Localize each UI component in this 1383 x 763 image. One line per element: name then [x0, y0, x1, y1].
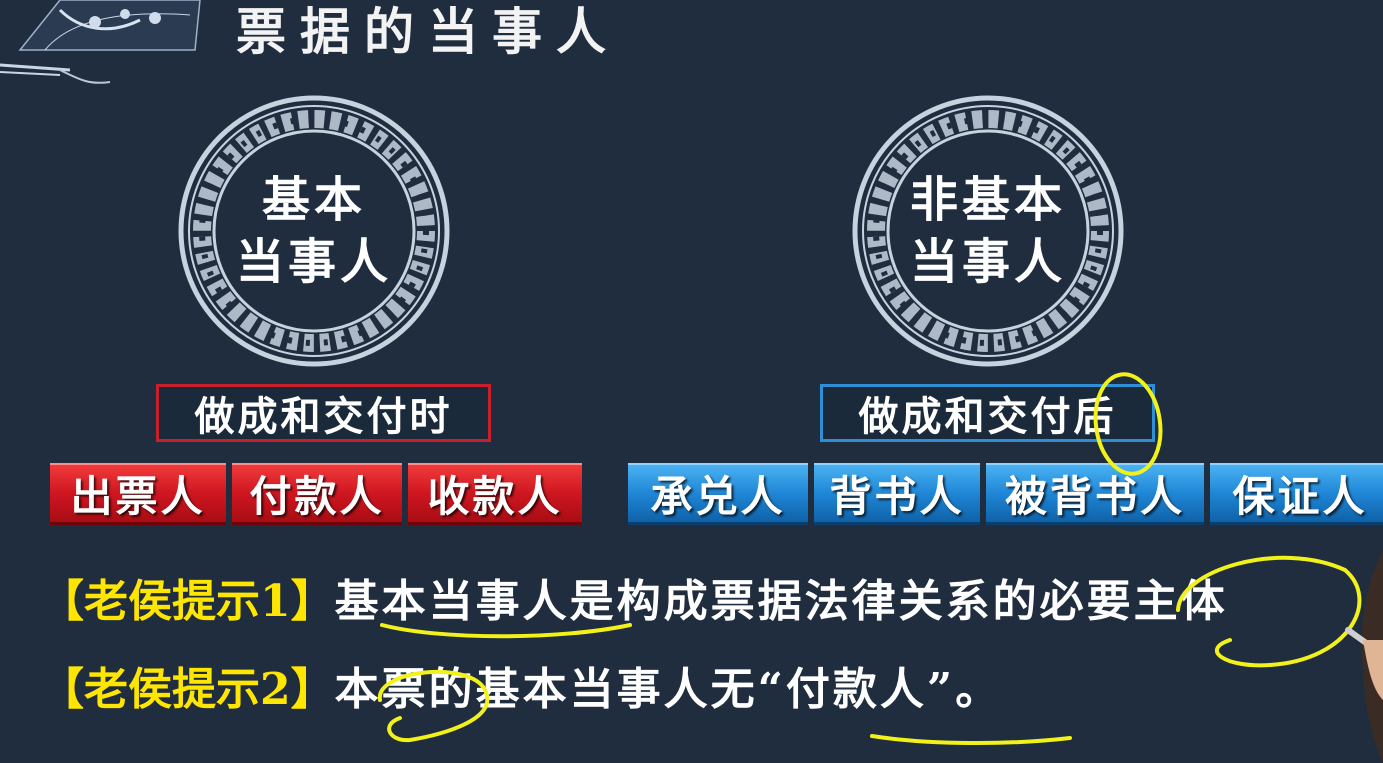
basic-parties-row: 出票人 付款人 收款人	[50, 463, 582, 525]
slide: 票据的当事人 基本 当事人 非基本 当事人 做成和交付时 做成和交付后 出票人 …	[0, 0, 1383, 763]
basic-timing-box: 做成和交付时	[156, 384, 491, 442]
page-title: 票据的当事人	[236, 2, 620, 61]
party-endorsee: 被背书人	[986, 463, 1204, 525]
fan-decoration-icon	[0, 0, 201, 84]
party-payer: 付款人	[232, 463, 402, 525]
nonbasic-plate-line1: 非基本	[909, 172, 1066, 228]
tip-2-label: 【老侯提示2】	[40, 664, 335, 715]
party-drawer: 出票人	[50, 463, 226, 525]
tip-1: 【老侯提示1】基本当事人是构成票据法律关系的必要主体	[40, 572, 1228, 632]
nonbasic-parties-plate: 非基本 当事人	[852, 95, 1124, 367]
tip-1-label: 【老侯提示1】	[40, 576, 335, 627]
party-guarantor: 保证人	[1210, 463, 1383, 525]
tip-2-text: 本票的基本当事人无“付款人”。	[334, 664, 1003, 715]
annotation-underline-payer	[870, 734, 1072, 746]
nonbasic-plate-line2: 当事人	[909, 234, 1066, 290]
basic-parties-plate: 基本 当事人	[178, 95, 450, 367]
tip-2: 【老侯提示2】本票的基本当事人无“付款人”。	[40, 660, 1002, 720]
party-payee: 收款人	[408, 463, 582, 525]
party-acceptor: 承兑人	[628, 463, 808, 525]
presenter-hand-icon	[1345, 550, 1383, 763]
nonbasic-parties-row: 承兑人 背书人 被背书人 保证人	[628, 463, 1383, 525]
nonbasic-timing-box: 做成和交付后	[820, 384, 1155, 442]
basic-plate-line1: 基本	[261, 172, 366, 228]
basic-plate-line2: 当事人	[235, 234, 392, 290]
party-endorser: 背书人	[814, 463, 980, 525]
tip-1-text: 基本当事人是构成票据法律关系的必要主体	[334, 576, 1228, 627]
